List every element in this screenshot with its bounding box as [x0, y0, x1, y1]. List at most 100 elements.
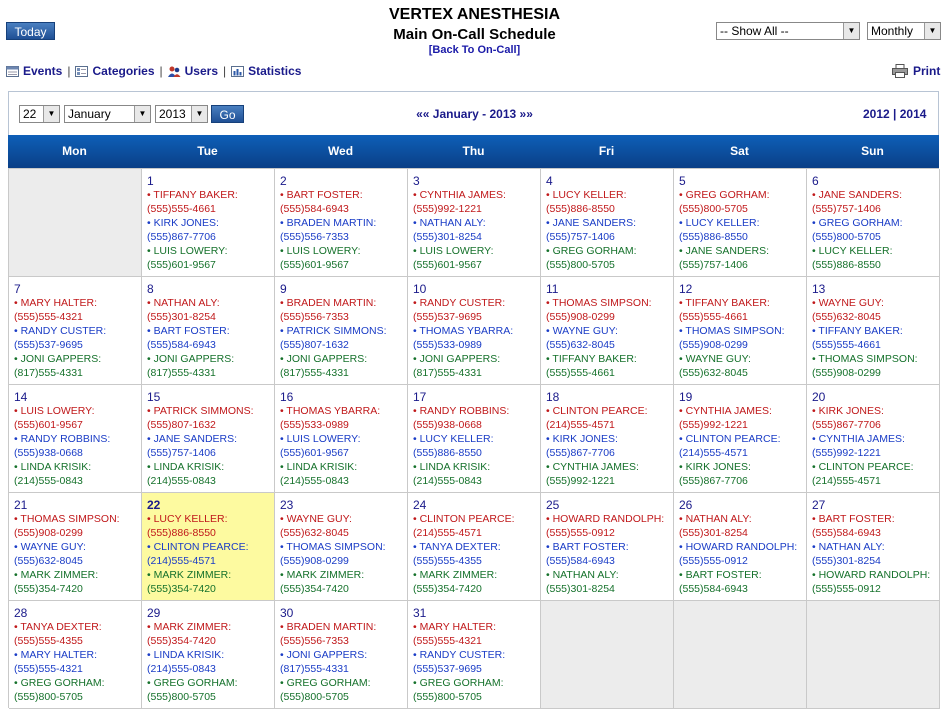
oncall-name[interactable]: • LINDA KRISIK: [280, 460, 407, 474]
oncall-name[interactable]: • TIFFANY BAKER: [147, 188, 274, 202]
oncall-name[interactable]: • PATRICK SIMMONS: [280, 324, 407, 338]
calendar-cell-day-22[interactable]: 22 • LUCY KELLER: (555)886-8550 • CLINTON P… [142, 493, 275, 601]
oncall-phone[interactable]: (555)632-8045 [679, 366, 806, 380]
oncall-phone[interactable]: (555)601-9567 [14, 418, 141, 432]
day-number[interactable]: 8 [147, 282, 274, 296]
calendar-cell-day-17[interactable]: 17 • RANDY ROBBINS: (555)938-0668 • LUCY KE… [408, 385, 541, 493]
day-number[interactable]: 14 [14, 390, 141, 404]
oncall-phone[interactable]: (555)301-8254 [679, 526, 806, 540]
day-number[interactable]: 24 [413, 498, 540, 512]
show-filter-select[interactable]: -- Show All -- ▼ [716, 22, 860, 40]
day-number[interactable]: 6 [812, 174, 939, 188]
oncall-name[interactable]: • RANDY CUSTER: [14, 324, 141, 338]
oncall-phone[interactable]: (555)601-9567 [280, 258, 407, 272]
calendar-cell-day-27[interactable]: 27 • BART FOSTER: (555)584-6943 • NATHAN AL… [807, 493, 940, 601]
users-link[interactable]: Users [167, 64, 218, 78]
oncall-phone[interactable]: (555)301-8254 [147, 310, 274, 324]
oncall-phone[interactable]: (555)632-8045 [812, 310, 939, 324]
oncall-name[interactable]: • THOMAS SIMPSON: [679, 324, 806, 338]
oncall-phone[interactable]: (555)354-7420 [147, 634, 274, 648]
oncall-phone[interactable]: (555)301-8254 [546, 582, 673, 596]
oncall-name[interactable]: • LINDA KRISIK: [147, 648, 274, 662]
oncall-phone[interactable]: (214)555-4571 [413, 526, 540, 540]
oncall-name[interactable]: • CLINTON PEARCE: [147, 540, 274, 554]
day-number[interactable]: 4 [546, 174, 673, 188]
oncall-phone[interactable]: (555)584-6943 [679, 582, 806, 596]
oncall-phone[interactable]: (555)938-0668 [413, 418, 540, 432]
oncall-phone[interactable]: (555)867-7706 [679, 474, 806, 488]
oncall-phone[interactable]: (817)555-4331 [280, 366, 407, 380]
calendar-cell-day-21[interactable]: 21 • THOMAS SIMPSON: (555)908-0299 • WAYNE … [9, 493, 142, 601]
oncall-name[interactable]: • HOWARD RANDOLPH: [546, 512, 673, 526]
oncall-phone[interactable]: (555)584-6943 [280, 202, 407, 216]
oncall-name[interactable]: • GREG GORHAM: [147, 676, 274, 690]
day-number[interactable]: 1 [147, 174, 274, 188]
day-number[interactable]: 26 [679, 498, 806, 512]
oncall-phone[interactable]: (555)867-7706 [147, 230, 274, 244]
oncall-name[interactable]: • WAYNE GUY: [679, 352, 806, 366]
prev-year-link[interactable]: 2012 [863, 107, 890, 121]
oncall-phone[interactable]: (214)555-0843 [280, 474, 407, 488]
oncall-phone[interactable]: (555)556-7353 [280, 310, 407, 324]
oncall-name[interactable]: • THOMAS YBARRA: [280, 404, 407, 418]
calendar-cell-day-28[interactable]: 28 • TANYA DEXTER: (555)555-4355 • MARY HAL… [9, 601, 142, 709]
oncall-phone[interactable]: (555)556-7353 [280, 634, 407, 648]
oncall-name[interactable]: • LUIS LOWERY: [147, 244, 274, 258]
calendar-cell-day-8[interactable]: 8 • NATHAN ALY: (555)301-8254 • BART FOSTER… [142, 277, 275, 385]
oncall-name[interactable]: • TANYA DEXTER: [14, 620, 141, 634]
oncall-name[interactable]: • JONI GAPPERS: [413, 352, 540, 366]
oncall-name[interactable]: • WAYNE GUY: [280, 512, 407, 526]
calendar-cell-day-3[interactable]: 3 • CYNTHIA JAMES: (555)992-1221 • NATHAN A… [408, 169, 541, 277]
oncall-phone[interactable]: (555)555-4355 [413, 554, 540, 568]
oncall-phone[interactable]: (214)555-4571 [679, 446, 806, 460]
oncall-phone[interactable]: (555)584-6943 [546, 554, 673, 568]
oncall-phone[interactable]: (555)938-0668 [14, 446, 141, 460]
day-number[interactable]: 7 [14, 282, 141, 296]
categories-link[interactable]: Categories [75, 64, 155, 78]
oncall-name[interactable]: • MARY HALTER: [14, 648, 141, 662]
oncall-name[interactable]: • NATHAN ALY: [812, 540, 939, 554]
oncall-name[interactable]: • NATHAN ALY: [147, 296, 274, 310]
oncall-phone[interactable]: (555)632-8045 [546, 338, 673, 352]
oncall-phone[interactable]: (555)556-7353 [280, 230, 407, 244]
oncall-name[interactable]: • TIFFANY BAKER: [546, 352, 673, 366]
calendar-cell-day-30[interactable]: 30 • BRADEN MARTIN: (555)556-7353 • JONI GA… [275, 601, 408, 709]
oncall-phone[interactable]: (555)757-1406 [812, 202, 939, 216]
oncall-phone[interactable]: (555)584-6943 [812, 526, 939, 540]
oncall-name[interactable]: • JANE SANDERS: [812, 188, 939, 202]
oncall-name[interactable]: • THOMAS SIMPSON: [812, 352, 939, 366]
calendar-cell-day-24[interactable]: 24 • CLINTON PEARCE: (214)555-4571 • TANYA … [408, 493, 541, 601]
oncall-name[interactable]: • MARK ZIMMER: [14, 568, 141, 582]
day-number[interactable]: 5 [679, 174, 806, 188]
oncall-phone[interactable]: (555)537-9695 [14, 338, 141, 352]
oncall-phone[interactable]: (214)555-0843 [14, 474, 141, 488]
calendar-cell-day-12[interactable]: 12 • TIFFANY BAKER: (555)555-4661 • THOMAS … [674, 277, 807, 385]
oncall-phone[interactable]: (555)908-0299 [812, 366, 939, 380]
calendar-cell-day-15[interactable]: 15 • PATRICK SIMMONS: (555)807-1632 • JANE … [142, 385, 275, 493]
oncall-name[interactable]: • GREG GORHAM: [812, 216, 939, 230]
oncall-name[interactable]: • LINDA KRISIK: [147, 460, 274, 474]
oncall-phone[interactable]: (555)867-7706 [812, 418, 939, 432]
day-number[interactable]: 20 [812, 390, 939, 404]
oncall-name[interactable]: • BART FOSTER: [147, 324, 274, 338]
oncall-name[interactable]: • LUIS LOWERY: [280, 244, 407, 258]
day-number[interactable]: 21 [14, 498, 141, 512]
oncall-phone[interactable]: (555)908-0299 [679, 338, 806, 352]
oncall-phone[interactable]: (555)800-5705 [679, 202, 806, 216]
oncall-name[interactable]: • KIRK JONES: [812, 404, 939, 418]
oncall-phone[interactable]: (555)992-1221 [413, 202, 540, 216]
day-number[interactable]: 9 [280, 282, 407, 296]
day-number[interactable]: 29 [147, 606, 274, 620]
oncall-phone[interactable]: (817)555-4331 [280, 662, 407, 676]
oncall-name[interactable]: • TANYA DEXTER: [413, 540, 540, 554]
oncall-phone[interactable]: (555)632-8045 [280, 526, 407, 540]
oncall-name[interactable]: • CYNTHIA JAMES: [679, 404, 806, 418]
view-mode-select[interactable]: Monthly ▼ [867, 22, 941, 40]
events-link[interactable]: Events [6, 64, 62, 78]
oncall-phone[interactable]: (555)992-1221 [546, 474, 673, 488]
oncall-phone[interactable]: (555)867-7706 [546, 446, 673, 460]
oncall-phone[interactable]: (214)555-0843 [147, 662, 274, 676]
oncall-phone[interactable]: (555)555-4321 [413, 634, 540, 648]
oncall-name[interactable]: • LUCY KELLER: [546, 188, 673, 202]
oncall-phone[interactable]: (555)886-8550 [413, 446, 540, 460]
